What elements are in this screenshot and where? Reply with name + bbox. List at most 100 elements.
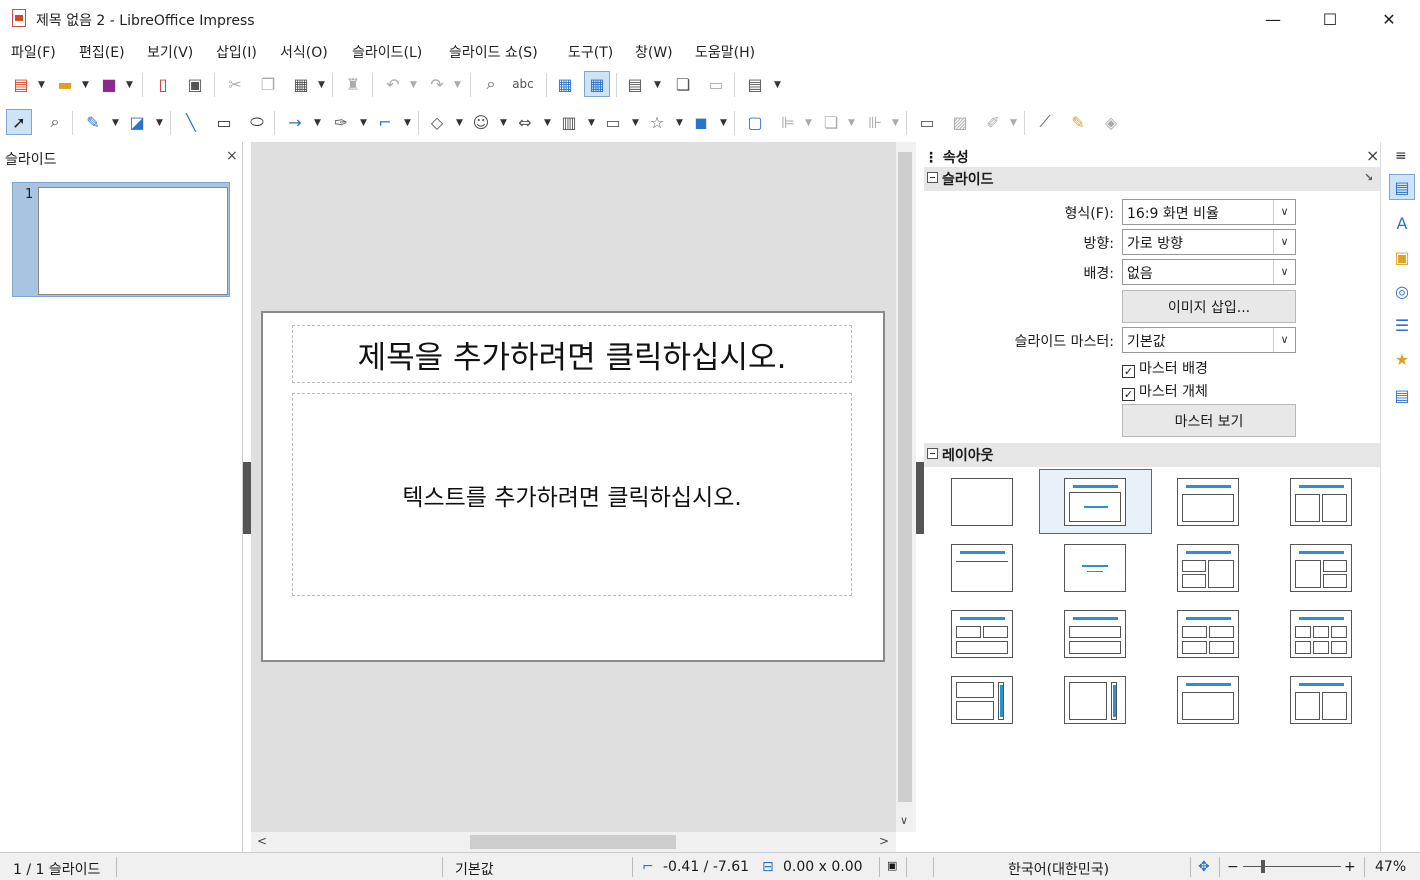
close-window-button[interactable]: ✕	[1360, 0, 1418, 38]
orientation-select[interactable]: 가로 방향 ∨	[1122, 229, 1296, 255]
navigator-tab-icon[interactable]: ◎	[1389, 278, 1415, 304]
minimize-button[interactable]: —	[1244, 0, 1302, 38]
menu-window[interactable]: 창(W)	[635, 42, 673, 62]
duplicate-slide-icon[interactable]: ❏	[670, 71, 696, 97]
select-arrow-icon[interactable]: ➚	[6, 109, 32, 135]
menu-slide[interactable]: 슬라이드(L)	[352, 42, 422, 62]
vertical-scrollbar[interactable]: ∨	[896, 142, 916, 832]
cut-icon[interactable]: ✂	[222, 71, 248, 97]
horizontal-scroll-thumb[interactable]	[470, 835, 676, 849]
layout-title-only[interactable]	[951, 544, 1013, 592]
layout-title-6content[interactable]	[1290, 610, 1352, 658]
layout-section-header[interactable]: 레이아웃	[924, 443, 1380, 467]
maximize-button[interactable]: ☐	[1301, 0, 1359, 38]
block-arrows-icon[interactable]: ⇔	[512, 109, 538, 135]
zoom-level[interactable]: 47%	[1375, 859, 1406, 875]
scroll-left-icon[interactable]: <	[257, 834, 267, 848]
layout-title-content-2[interactable]	[1177, 478, 1239, 526]
layout-blank[interactable]	[951, 478, 1013, 526]
menu-tools[interactable]: 도구(T)	[568, 42, 613, 62]
line-color-icon[interactable]: ✎	[80, 109, 106, 135]
close-slide-pane-button[interactable]: ×	[226, 148, 238, 164]
zoom-slider-thumb[interactable]	[1261, 860, 1265, 873]
rectangle-tool-icon[interactable]: ▭	[211, 109, 237, 135]
helplines-icon[interactable]: ▦	[584, 71, 610, 97]
properties-tab-icon[interactable]: ▤	[1389, 174, 1415, 200]
insert-image-button[interactable]: 이미지 삽입...	[1122, 290, 1296, 323]
master-view-button[interactable]: 마스터 보기	[1122, 404, 1296, 437]
collapse-icon[interactable]	[927, 172, 938, 183]
slide-thumbnail[interactable]: 1	[12, 182, 230, 297]
zoom-pan-icon[interactable]: ⌕	[42, 109, 68, 135]
display-grid-icon[interactable]: ▦	[552, 71, 578, 97]
clone-format-icon[interactable]: ♜	[340, 71, 366, 97]
menu-file[interactable]: 파일(F)	[11, 42, 56, 62]
fill-color-icon[interactable]: ◪	[124, 109, 150, 135]
background-select[interactable]: 없음 ∨	[1122, 259, 1296, 285]
sidebar-menu-button[interactable]: ≡	[1395, 148, 1407, 164]
layout-title-2content-over-content[interactable]	[951, 610, 1013, 658]
undo-icon[interactable]: ↶	[380, 71, 406, 97]
find-replace-icon[interactable]: ⌕	[478, 71, 504, 97]
document-modified-icon[interactable]: ▣	[887, 859, 897, 872]
ellipse-tool-icon[interactable]: ⬭	[244, 109, 270, 135]
line-tool-icon[interactable]: ╲	[178, 109, 204, 135]
layout-title-two-content[interactable]	[1290, 478, 1352, 526]
toggle-extrusion-icon[interactable]: ◈	[1098, 109, 1124, 135]
layout-centered-text[interactable]	[1064, 544, 1126, 592]
connector-icon[interactable]: ⌐	[372, 109, 398, 135]
fit-slide-icon[interactable]: ✥	[1198, 859, 1210, 875]
gallery-tab-icon[interactable]: ▣	[1389, 244, 1415, 270]
layout-title-vertical-text[interactable]	[1177, 676, 1239, 724]
layout-title-content-2content[interactable]	[1290, 544, 1352, 592]
redo-icon[interactable]: ↷	[424, 71, 450, 97]
slide-master-select[interactable]: 기본값 ∨	[1122, 327, 1296, 353]
layout-title-content-over-content[interactable]	[1064, 610, 1126, 658]
paste-icon[interactable]: ▦	[288, 71, 314, 97]
layout-vertical-title-text-chart[interactable]	[951, 676, 1013, 724]
menu-insert[interactable]: 삽입(I)	[216, 42, 257, 62]
master-objects-checkbox[interactable]: ✓ 마스터 개체	[1122, 381, 1208, 401]
points-icon[interactable]: ⟋	[1032, 109, 1058, 135]
body-placeholder[interactable]: 텍스트를 추가하려면 클릭하십시오.	[292, 393, 852, 596]
close-properties-button[interactable]: ×	[1366, 146, 1379, 165]
master-background-checkbox[interactable]: ✓ 마스터 배경	[1122, 358, 1208, 378]
line-arrow-icon[interactable]: →	[282, 109, 308, 135]
layout-title-vertical-text-clipart[interactable]	[1290, 676, 1352, 724]
vertical-scroll-thumb[interactable]	[898, 152, 912, 802]
open-folder-icon[interactable]: ▬	[52, 71, 78, 97]
distribute-icon[interactable]: ⊪	[862, 109, 888, 135]
glue-points-icon[interactable]: ✎	[1065, 109, 1091, 135]
menu-format[interactable]: 서식(O)	[280, 42, 328, 62]
copy-icon[interactable]: ❐	[255, 71, 281, 97]
horizontal-scrollbar[interactable]: < >	[251, 832, 896, 852]
stars-icon[interactable]: ☆	[644, 109, 670, 135]
menu-slideshow[interactable]: 슬라이드 쇼(S)	[449, 42, 538, 62]
layout-vertical-title-vertical-text[interactable]	[1064, 676, 1126, 724]
curve-tool-icon[interactable]: ✑	[328, 109, 354, 135]
master-slides-tab-icon[interactable]: ▤	[1389, 382, 1415, 408]
slide-section-header[interactable]: 슬라이드 ↘	[924, 167, 1380, 191]
more-options-icon[interactable]: ↘	[1364, 171, 1373, 184]
save-icon[interactable]: ■	[96, 71, 122, 97]
callouts-icon[interactable]: ▭	[600, 109, 626, 135]
language-status[interactable]: 한국어(대한민국)	[1008, 859, 1109, 879]
export-pdf-icon[interactable]: ▯	[150, 71, 176, 97]
animation-tab-icon[interactable]: ★	[1389, 346, 1415, 372]
menu-help[interactable]: 도움말(H)	[695, 42, 755, 62]
layout-title-4content[interactable]	[1177, 610, 1239, 658]
styles-tab-icon[interactable]: A	[1389, 210, 1415, 236]
delete-slide-icon[interactable]: ▭	[703, 71, 729, 97]
new-slide-icon[interactable]: ▤	[622, 71, 648, 97]
collapse-icon[interactable]	[927, 448, 938, 459]
shadow-icon[interactable]: ▭	[914, 109, 940, 135]
sidebar-collapse-handle[interactable]	[916, 462, 924, 534]
layout-title-2content-content[interactable]	[1177, 544, 1239, 592]
filter-icon[interactable]: ✐	[980, 109, 1006, 135]
slide-layout-icon[interactable]: ▤	[742, 71, 768, 97]
zoom-out-button[interactable]: −	[1227, 859, 1239, 875]
menu-view[interactable]: 보기(V)	[147, 42, 193, 62]
menu-edit[interactable]: 편집(E)	[79, 42, 125, 62]
basic-shapes-icon[interactable]: ◇	[424, 109, 450, 135]
arrange-icon[interactable]: ❏	[818, 109, 844, 135]
